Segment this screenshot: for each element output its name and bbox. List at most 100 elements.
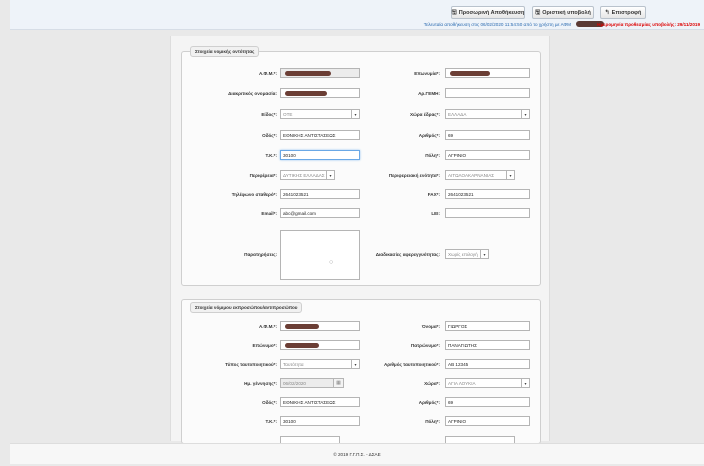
notes-label: Παρατηρήσεις: (244, 252, 277, 257)
submit-final-label: Οριστική υποβολή (542, 9, 591, 16)
type-value: ΟΤΕ (283, 111, 293, 117)
name-input[interactable] (445, 68, 530, 78)
footer: © 2019 Γ.Γ.Π.Σ. - ΔΣΑΕ (10, 443, 704, 464)
idtype-label: Τύπος ταυτοποιητικού*: (225, 362, 277, 367)
number-label: Αριθμός*: (418, 133, 440, 138)
unit-label: Περιφερειακή ενότητα*: (388, 173, 440, 178)
afm-label: Α.Φ.Μ.*: (258, 71, 277, 76)
rep-city-input[interactable]: ΑΓΡΙΝΙΟ (445, 416, 530, 426)
gemi-input[interactable] (445, 88, 530, 98)
region-value: ΔΥΤΙΚΗΣ ΕΛΛΑΔΑΣ (283, 172, 325, 178)
country-select[interactable]: ΕΛΛΑΔΑ ▾ (445, 109, 530, 119)
rep-country-value: ΑΓΙΑ ΛΟΥΚΙΑ (448, 380, 476, 386)
type-select[interactable]: ΟΤΕ ▾ (280, 109, 360, 119)
redacted-value (450, 71, 490, 76)
cursor-icon: ○ (329, 259, 334, 266)
street-input[interactable]: ΕΘΝΙΚΗΣ ΑΝΤΙΣΤΑΣΕΩΣ (280, 130, 360, 140)
birth-value: 06/02/2020 (283, 380, 306, 386)
phone-input[interactable]: 2641023521 (280, 189, 360, 199)
entity-panel: Στοιχεία νομικής οντότητας Α.Φ.Μ.*: Επων… (181, 46, 541, 286)
back-button[interactable]: ↰ Επιστροφή (600, 6, 646, 19)
rep-country-select[interactable]: ΑΓΙΑ ΛΟΥΚΙΑ ▾ (445, 378, 530, 388)
notes-textarea[interactable]: ○ (280, 230, 360, 280)
submit-final-button[interactable]: 🖫 Οριστική υποβολή (532, 6, 594, 19)
rep-street-label: Οδός*: (262, 400, 277, 405)
rep-number-input[interactable]: 69 (445, 397, 530, 407)
country-value: ΕΛΛΑΔΑ (448, 111, 467, 117)
rep-street-input[interactable]: ΕΘΝΙΚΗΣ ΑΝΤΙΣΤΑΣΕΩΣ (280, 397, 360, 407)
city-label: Πόλη*: (425, 153, 440, 158)
type-label: Είδος*: (261, 112, 277, 117)
chevron-down-icon: ▾ (521, 110, 529, 118)
firstname-label: Όνομα*: (421, 324, 440, 329)
name-label: Επωνυμία*: (414, 71, 440, 76)
fax-input[interactable]: 2641023521 (445, 189, 530, 199)
process-value: Χωρίς επιλογή (448, 251, 478, 257)
zip-input[interactable]: 30100 (280, 150, 360, 160)
region-label: Περιφέρεια*: (249, 173, 277, 178)
rep-city-label: Πόλη*: (425, 419, 440, 424)
unit-select[interactable]: ΑΙΤΩΛΟΑΚΑΡΝΑΝΙΑΣ ▾ (445, 170, 515, 180)
idtype-value: Ταυτότητα (283, 361, 304, 367)
top-toolbar: 🖫 Προσωρινή Αποθήκευση 🖫 Οριστική υποβολ… (10, 0, 704, 30)
lastname-input[interactable] (280, 340, 360, 350)
redacted-value (285, 324, 319, 329)
afm-input[interactable] (280, 68, 360, 78)
rep-afm-label: Α.Φ.Μ.*: (258, 324, 277, 329)
representative-panel: Στοιχεία νόμιμου εκπροσώπου/αντιπροσώπου… (181, 299, 541, 444)
back-arrow-icon: ↰ (604, 10, 610, 16)
gemi-label: Αρ.ΓΕΜΗ: (418, 91, 440, 96)
lei-input[interactable] (445, 208, 530, 218)
birth-label: Ημ. γέννησης*: (244, 381, 277, 386)
entity-legend: Στοιχεία νομικής οντότητας (190, 46, 260, 57)
form-container: Στοιχεία νομικής οντότητας Α.Φ.Μ.*: Επων… (170, 36, 550, 444)
chevron-down-icon: ▾ (521, 379, 529, 387)
fax-label: FAX*: (427, 192, 440, 197)
distinct-name-input[interactable] (280, 88, 360, 98)
rep-number-label: Αριθμός*: (418, 400, 440, 405)
redacted-value (285, 343, 319, 348)
father-input[interactable]: ΠΑΝΑΓΙΩΤΗΣ (445, 340, 530, 350)
representative-legend: Στοιχεία νόμιμου εκπροσώπου/αντιπροσώπου (190, 302, 303, 313)
lei-label: LEI: (431, 211, 440, 216)
idtype-select[interactable]: Ταυτότητα ▾ (280, 359, 360, 369)
phone-label: Τηλέφωνο σταθερό*: (231, 192, 277, 197)
redacted-value (285, 71, 331, 76)
father-label: Πατρώνυμο*: (410, 343, 440, 348)
rep-zip-input[interactable]: 30100 (280, 416, 360, 426)
chevron-down-icon: ▾ (506, 171, 514, 179)
idnum-input[interactable]: ΑΒ 12345 (445, 359, 530, 369)
back-label: Επιστροφή (611, 9, 642, 16)
save-temp-label: Προσωρινή Αποθήκευση (458, 9, 525, 16)
email-input[interactable]: abc@gmail.com (280, 208, 360, 218)
deadline-info: Ημερομηνία προθεσμίας υποβολής: 29/11/20… (597, 22, 700, 27)
chevron-down-icon: ▾ (351, 360, 359, 368)
chevron-down-icon: ▾ (480, 250, 488, 258)
birth-input[interactable]: 06/02/2020 ▦ (280, 378, 344, 388)
process-select[interactable]: Χωρίς επιλογή ▾ (445, 249, 489, 259)
redacted-value (285, 91, 327, 96)
save-temp-button[interactable]: 🖫 Προσωρινή Αποθήκευση (451, 6, 525, 19)
firstname-input[interactable]: ΓΙΩΡΓΟΣ (445, 321, 530, 331)
footer-text: © 2019 Γ.Γ.Π.Σ. - ΔΣΑΕ (333, 451, 381, 457)
process-label: Διαδικασίες αφερεγγυότητας: (375, 252, 440, 257)
country-label: Χώρα έδρας*: (409, 112, 440, 117)
floppy-icon: 🖫 (451, 9, 457, 16)
distinct-name-label: Διακριτικός ονομασία: (228, 91, 277, 96)
email-label: Email*: (261, 211, 277, 216)
rep-afm-input[interactable] (280, 321, 360, 331)
chevron-down-icon: ▾ (351, 110, 359, 118)
chevron-down-icon: ▾ (326, 171, 334, 179)
calendar-icon[interactable]: ▦ (333, 379, 343, 387)
unit-value: ΑΙΤΩΛΟΑΚΑΡΝΑΝΙΑΣ (448, 172, 495, 178)
last-saved-info: Τελευταία αποθήκευση στις 06/02/2020 11:… (423, 22, 571, 27)
rep-country-label: Χώρα*: (424, 381, 440, 386)
floppy-icon: 🖫 (535, 9, 541, 16)
city-input[interactable]: ΑΓΡΙΝΙΟ (445, 150, 530, 160)
idnum-label: Αριθμός ταυτοποιητικού*: (383, 362, 440, 367)
lastname-label: Επώνυμο*: (252, 343, 278, 348)
region-select[interactable]: ΔΥΤΙΚΗΣ ΕΛΛΑΔΑΣ ▾ (280, 170, 335, 180)
street-label: Οδός*: (262, 133, 277, 138)
number-input[interactable]: 69 (445, 130, 530, 140)
zip-label: Τ.Κ.*: (265, 153, 278, 158)
